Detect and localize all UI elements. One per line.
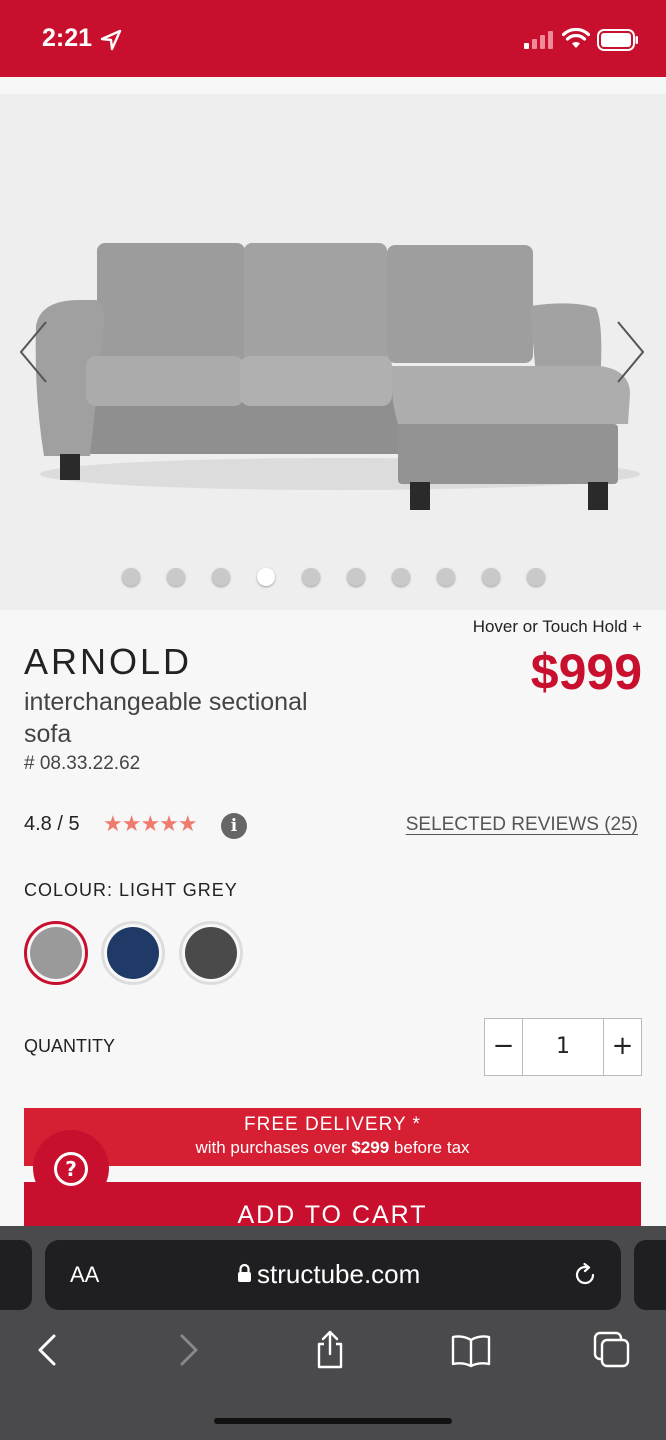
product-subtitle: interchangeable sectional sofa	[24, 688, 308, 748]
quantity-value[interactable]: 1	[523, 1019, 603, 1075]
rating-score: 4.8 / 5	[24, 813, 80, 835]
gallery-dot[interactable]	[121, 568, 140, 586]
product-price: $999	[530, 644, 642, 700]
delivery-condition: with purchases over $299 before tax	[24, 1138, 641, 1158]
wifi-icon	[562, 28, 590, 48]
gallery-dot[interactable]	[391, 568, 410, 586]
previous-image-arrow-icon[interactable]	[18, 320, 48, 384]
forward-icon[interactable]	[176, 1330, 202, 1370]
product-name: ARNOLD	[24, 641, 193, 682]
zoom-hint: Hover or Touch Hold +	[472, 617, 642, 636]
back-icon[interactable]	[34, 1330, 60, 1370]
info-icon[interactable]: i	[221, 813, 247, 839]
cellular-signal-icon	[524, 31, 553, 49]
reload-icon[interactable]	[571, 1261, 599, 1289]
quantity-stepper: − 1 +	[484, 1018, 642, 1076]
help-button[interactable]: ?	[33, 1130, 109, 1206]
lock-icon	[238, 1263, 251, 1282]
colour-label: COLOUR: LIGHT GREY	[24, 880, 238, 900]
next-image-arrow-icon[interactable]	[616, 320, 646, 384]
previous-tab-preview[interactable]	[0, 1240, 32, 1310]
location-arrow-icon	[100, 29, 122, 51]
gallery-dot[interactable]	[481, 568, 500, 586]
quantity-label: QUANTITY	[24, 1036, 116, 1056]
gallery-dot[interactable]	[166, 568, 185, 586]
gallery-dot[interactable]	[436, 568, 455, 586]
gallery-dot[interactable]	[256, 568, 275, 586]
swatch-charcoal[interactable]	[179, 921, 243, 985]
swatch-navy[interactable]	[101, 921, 165, 985]
bookmarks-icon[interactable]	[450, 1330, 492, 1370]
gallery-dot[interactable]	[346, 568, 365, 586]
reader-settings-button[interactable]: AA	[70, 1262, 99, 1288]
quantity-increase-button[interactable]: +	[603, 1019, 641, 1075]
delivery-condition-pre: with purchases over	[195, 1138, 352, 1157]
selected-reviews-link[interactable]: SELECTED REVIEWS (25)	[406, 814, 638, 836]
next-tab-preview[interactable]	[634, 1240, 666, 1310]
share-icon[interactable]	[312, 1330, 348, 1370]
rating-stars: ★★★★★	[103, 812, 198, 837]
swatch-fill	[185, 927, 237, 979]
free-delivery-banner: FREE DELIVERY * with purchases over $299…	[24, 1108, 641, 1166]
swatch-light-grey[interactable]	[24, 921, 88, 985]
swatch-fill	[107, 927, 159, 979]
swatch-fill	[30, 927, 82, 979]
product-image-gallery[interactable]	[0, 94, 666, 610]
home-indicator	[214, 1418, 452, 1424]
gallery-dot[interactable]	[211, 568, 230, 586]
delivery-condition-post: before tax	[389, 1138, 470, 1157]
delivery-title: FREE DELIVERY *	[244, 1114, 421, 1135]
gallery-dot[interactable]	[526, 568, 545, 586]
sofa-image	[35, 243, 640, 510]
product-sku: # 08.33.22.62	[24, 753, 141, 774]
gallery-pagination-dots	[0, 568, 666, 586]
delivery-threshold: $299	[351, 1138, 390, 1157]
url-text[interactable]: structube.com	[257, 1259, 420, 1290]
tabs-icon[interactable]	[592, 1330, 632, 1370]
quantity-decrease-button[interactable]: −	[485, 1019, 523, 1075]
battery-icon	[597, 29, 638, 51]
status-time: 2:21	[42, 24, 93, 52]
help-question-icon: ?	[54, 1152, 88, 1186]
gallery-dot[interactable]	[301, 568, 320, 586]
